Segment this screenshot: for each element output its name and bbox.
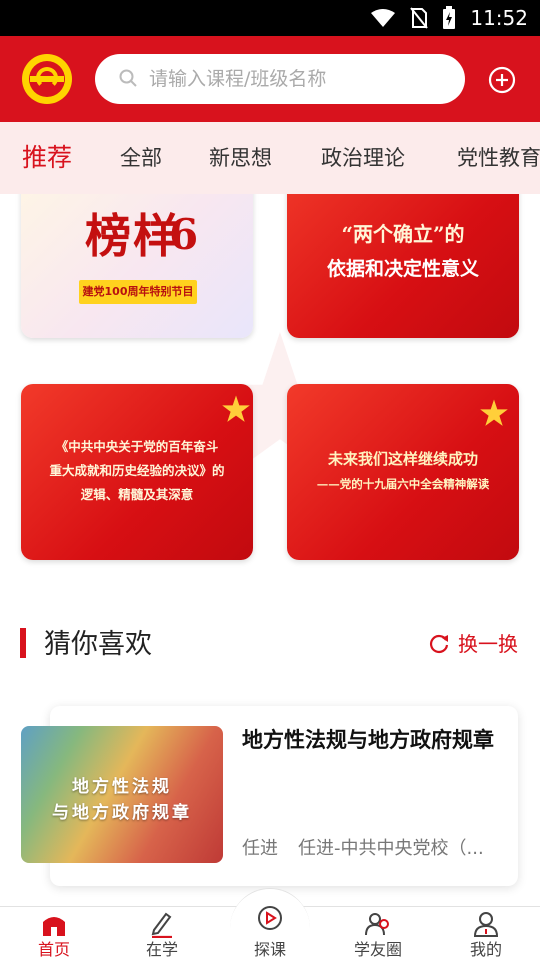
star-icon (222, 395, 250, 422)
nav-explore[interactable]: 探课 (230, 906, 310, 960)
refresh-button[interactable]: 换一换 (428, 628, 518, 657)
search-input[interactable] (149, 54, 449, 104)
tab-new-thought[interactable]: 新思想 (209, 122, 272, 194)
nav-label: 首页 (37, 940, 70, 959)
main-content: 榜样 6 建党100周年特别节目 “两个确立”的 依据和决定性意义 《中共中央关… (0, 194, 540, 906)
nav-mine[interactable]: 我的 (446, 906, 526, 960)
search-bar[interactable] (95, 54, 465, 104)
nav-friends[interactable]: 学友圈 (338, 906, 418, 960)
status-bar: 11:52 (0, 0, 540, 36)
tab-political-theory[interactable]: 政治理论 (321, 122, 405, 194)
refresh-icon (429, 634, 449, 653)
nav-label: 我的 (469, 940, 502, 959)
tab-recommend[interactable]: 推荐 (22, 122, 72, 194)
card-title-line2: 重大成就和历史经验的决议》的 (49, 463, 225, 478)
nav-label: 学友圈 (353, 940, 402, 959)
course-card-resolution[interactable]: 《中共中央关于党的百年奋斗 重大成就和历史经验的决议》的 逻辑、精髓及其深意 (21, 384, 253, 560)
card-title-line1: 未来我们这样继续成功 (327, 450, 478, 468)
nav-label: 在学 (145, 940, 178, 959)
status-time: 11:52 (470, 6, 528, 30)
course-card-two-establishments[interactable]: “两个确立”的 依据和决定性意义 (287, 194, 519, 338)
nav-label: 探课 (253, 940, 286, 959)
nav-studying[interactable]: 在学 (122, 906, 202, 960)
tab-party-education[interactable]: 党性教育 (457, 122, 540, 194)
no-sim-icon (410, 7, 429, 29)
course-card-bangyang[interactable]: 榜样 6 建党100周年特别节目 (21, 194, 253, 338)
card-title-line2: ——党的十九届六中全会精神解读 (316, 477, 490, 491)
card-title-line1: 《中共中央关于党的百年奋斗 (55, 439, 219, 454)
nav-home[interactable]: 首页 (14, 906, 94, 960)
thumbnail-text-line1: 地方性法规 (72, 777, 172, 797)
section-accent-bar (20, 628, 26, 658)
pencil-icon (151, 912, 172, 938)
course-author: 任进 (242, 838, 278, 859)
thumbnail-text-line2: 与地方政府规章 (52, 803, 192, 823)
play-circle-icon (258, 906, 282, 930)
category-tabs: 推荐 全部 新思想 政治理论 党性教育 (0, 122, 540, 194)
card-title-number: 6 (169, 210, 199, 259)
card-title-main: 榜样 (85, 209, 181, 263)
card-title-line3: 逻辑、精髓及其深意 (80, 487, 194, 502)
card-subtitle: 建党100周年特别节目 (82, 285, 194, 298)
course-source: 任进-中共中央党校（... (298, 838, 484, 859)
home-icon (43, 917, 65, 936)
plus-circle-icon[interactable] (488, 66, 516, 94)
course-thumbnail[interactable]: 地方性法规 与地方政府规章 (21, 726, 223, 863)
course-card-continue-success[interactable]: 未来我们这样继续成功 ——党的十九届六中全会精神解读 (287, 384, 519, 560)
star-icon (480, 399, 508, 426)
card-title-line2: 依据和决定性意义 (326, 258, 479, 280)
party-school-logo (22, 54, 72, 104)
course-title[interactable]: 地方性法规与地方政府规章 (242, 724, 498, 756)
refresh-label: 换一换 (458, 632, 518, 656)
app-header (0, 36, 540, 122)
section-title: 猜你喜欢 (44, 629, 152, 660)
battery-charging-icon (443, 6, 456, 29)
search-icon (119, 69, 137, 87)
friends-icon (365, 913, 389, 936)
user-icon (473, 912, 499, 937)
wifi-icon (371, 9, 396, 27)
tab-all[interactable]: 全部 (120, 122, 162, 194)
card-title-line1: “两个确立”的 (341, 222, 465, 246)
